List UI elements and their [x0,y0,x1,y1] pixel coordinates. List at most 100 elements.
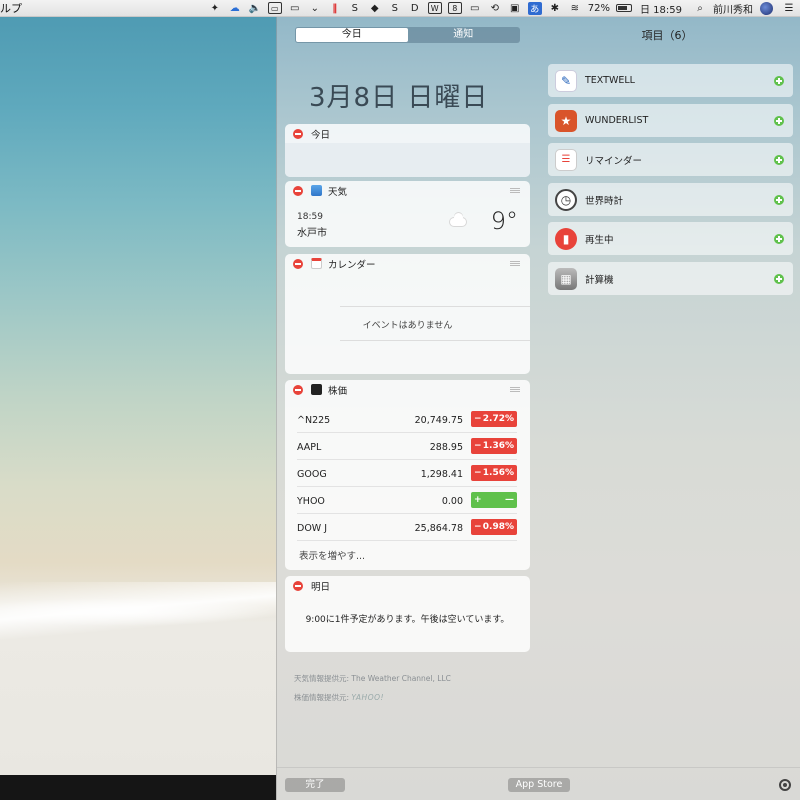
tomorrow-summary: 9:00に1件予定があります。午後は空いています。 [305,615,510,625]
stock-change-badge[interactable]: −1.36% [471,438,517,454]
tab-notifications[interactable]: 通知 [408,28,520,42]
stock-price: 0.00 [441,496,463,507]
change-value: 1.56% [482,468,514,478]
remove-icon[interactable] [293,384,303,395]
item-label: 計算機 [585,274,614,286]
chevron-down-icon[interactable]: ⌄ [308,1,322,16]
status-icons: ✦ ☁ 🔈 ▭ ▭ ⌄ ‖ S ◆ S D W 8 ▭ ⟲ ▣ あ ✱ ≋ 72… [205,0,800,17]
pause-icon[interactable]: ‖ [328,1,342,16]
item-label: 再生中 [585,234,614,246]
reminders-icon: ☰ [555,148,577,171]
drag-handle-icon[interactable] [510,387,520,392]
stock-symbol: DOW J [297,523,328,534]
divider [297,432,517,433]
widget-title: 株価 [328,385,348,397]
date-heading: 3月8日 日曜日 [309,83,489,113]
item-world-clock[interactable]: ◷ 世界時計 [548,183,793,216]
user-name[interactable]: 前川秀和 [713,1,753,16]
input-method-icon[interactable]: あ [527,1,542,15]
add-icon[interactable] [774,234,784,244]
divider [340,306,530,307]
change-sign: − [474,522,482,532]
tab-today[interactable]: 今日 [296,28,408,42]
evernote-icon[interactable]: S [348,1,362,16]
stock-row[interactable]: DOW J 25,864.78 −0.98% [297,515,517,541]
add-icon[interactable] [774,76,784,86]
volume-icon[interactable]: 🔈 [248,1,262,16]
battery-icon[interactable] [616,4,632,12]
item-label: 世界時計 [585,195,624,207]
show-more-link[interactable]: 表示を増やす... [299,548,365,562]
item-reminders[interactable]: ☰ リマインダー [548,143,793,176]
elephant-icon[interactable]: ◆ [368,1,382,16]
stock-change-badge[interactable]: + — [471,492,517,508]
change-value: — [505,495,514,505]
desktop-wallpaper [0,17,276,775]
done-button[interactable]: 完了 [285,778,345,792]
cloud-icon[interactable]: ☁ [228,1,242,16]
print-icon[interactable]: ▣ [508,1,522,16]
weather-credit-provider[interactable]: The Weather Channel, LLC [351,674,450,683]
d-icon[interactable]: D [408,1,422,16]
wifi-icon[interactable]: ≋ [568,1,582,16]
drag-handle-icon[interactable] [510,261,520,266]
drag-handle-icon[interactable] [510,188,520,193]
widget-header: 今日 [285,124,530,143]
item-label: TEXTWELL [585,75,635,86]
remove-icon[interactable] [293,185,303,196]
battery-percent[interactable]: 72% [588,1,610,16]
airplay-icon[interactable]: ▭ [468,1,482,16]
app-store-button[interactable]: App Store [508,778,570,792]
widget-title: カレンダー [328,259,376,271]
item-now-playing[interactable]: ▮ 再生中 [548,222,793,255]
item-textwell[interactable]: ✎ TEXTWELL [548,64,793,97]
dock-area [0,775,276,800]
stock-row[interactable]: ^N225 20,749.75 −2.72% [297,407,517,433]
stock-row[interactable]: YHOO 0.00 + — [297,488,517,514]
item-label: WUNDERLIST [585,115,649,126]
gear-icon[interactable] [779,779,791,791]
add-icon[interactable] [774,116,784,126]
menu-extra-icon[interactable]: ▭ [288,1,302,16]
stock-row[interactable]: GOOG 1,298.41 −1.56% [297,461,517,487]
stock-change-badge[interactable]: −1.56% [471,465,517,481]
siri-icon[interactable] [760,1,773,15]
widget-weather: 天気 18:59 水戸市 9° [285,181,530,247]
remove-icon[interactable] [293,128,303,139]
search-icon[interactable]: ⌕ [693,1,707,16]
change-sign: − [474,468,482,478]
notification-center-icon[interactable]: ☰ [782,1,796,16]
divider [297,486,517,487]
stock-row[interactable]: AAPL 288.95 −1.36% [297,434,517,460]
document-icon[interactable]: W [427,2,442,14]
item-calculator[interactable]: ▦ 計算機 [548,262,793,295]
stock-change-badge[interactable]: −0.98% [471,519,517,535]
dropbox-icon[interactable]: ✦ [208,1,222,16]
weather-credit: 天気情報提供元: The Weather Channel, LLC [294,673,451,684]
clock[interactable]: 日 18:59 [640,1,682,16]
wunderlist-icon: ★ [555,109,577,132]
add-icon[interactable] [774,155,784,165]
stock-change-badge[interactable]: −2.72% [471,411,517,427]
no-events-text: イベントはありません [362,321,453,331]
widget-title: 今日 [311,129,331,141]
calendar-icon[interactable]: 8 [447,2,462,14]
time-machine-icon[interactable]: ⟲ [488,1,502,16]
add-icon[interactable] [774,195,784,205]
change-value: 0.98% [482,522,514,532]
cloud-icon [450,213,466,226]
display-icon[interactable]: ▭ [267,2,282,14]
app-menu[interactable]: ルプ [0,0,205,16]
remove-icon[interactable] [293,258,303,269]
stock-price: 288.95 [429,442,463,453]
remove-icon[interactable] [293,580,303,591]
bluetooth-icon[interactable]: ✱ [548,1,562,16]
change-sign: − [474,441,482,451]
stock-credit-provider[interactable]: YAHOO! [351,693,384,702]
s-icon[interactable]: S [388,1,402,16]
stock-price: 1,298.41 [420,469,463,480]
item-wunderlist[interactable]: ★ WUNDERLIST [548,104,793,137]
add-icon[interactable] [774,274,784,284]
widget-header: カレンダー [285,254,530,273]
weather-app-icon [311,185,322,196]
